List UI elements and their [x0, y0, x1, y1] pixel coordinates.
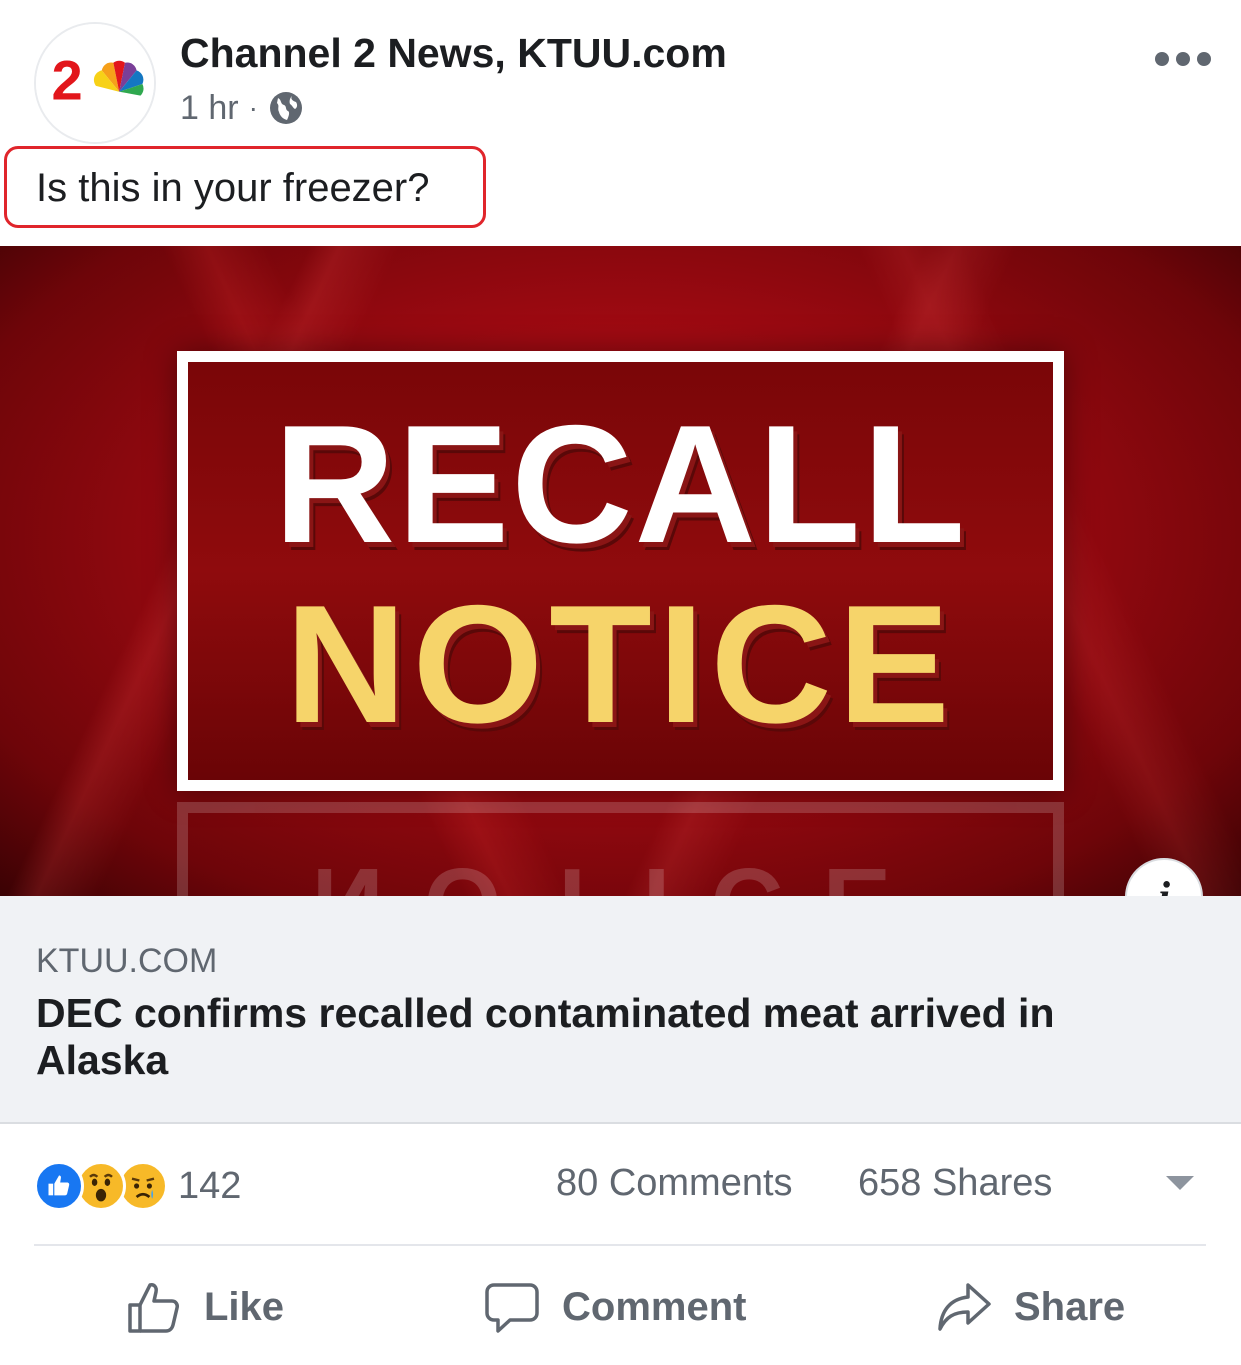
more-dots-icon — [1197, 52, 1211, 66]
avatar[interactable]: 2 — [34, 22, 156, 144]
link-domain: KTUU.COM — [36, 942, 218, 980]
globe-icon — [269, 92, 302, 124]
post-time[interactable]: 1 hr — [180, 89, 239, 128]
recall-notice-banner: RECALL NOTICE — [177, 351, 1064, 791]
link-title[interactable]: DEC confirms recalled contaminated meat … — [36, 990, 1186, 1084]
reflection-text: NOTICE — [188, 847, 1053, 896]
comment-button[interactable]: Comment — [484, 1272, 746, 1342]
more-dots-icon — [1176, 52, 1190, 66]
comment-bubble-icon — [485, 1283, 539, 1333]
chevron-down-icon[interactable] — [1166, 1176, 1194, 1190]
svg-text:2: 2 — [51, 48, 82, 111]
more-options-button[interactable] — [1155, 42, 1211, 76]
like-button[interactable]: Like — [126, 1272, 284, 1342]
banner-line-2: NOTICE — [285, 570, 956, 758]
post-meta: 1 hr · — [180, 86, 304, 130]
share-button[interactable]: Share — [936, 1272, 1125, 1342]
thumbs-up-icon — [128, 1283, 179, 1333]
meta-separator: · — [248, 92, 258, 123]
shares-count[interactable]: 658 Shares — [858, 1162, 1052, 1205]
share-arrow-icon — [938, 1283, 991, 1331]
reactions-summary[interactable]: 142 — [34, 1158, 241, 1214]
link-caption[interactable]: KTUU.COM DEC confirms recalled contamina… — [0, 896, 1241, 1124]
banner-reflection: NOTICE — [177, 802, 1064, 896]
share-label: Share — [1014, 1284, 1126, 1329]
like-reaction-icon — [34, 1161, 84, 1211]
post-text: Is this in your freezer? — [36, 166, 430, 210]
more-dots-icon — [1155, 52, 1169, 66]
link-preview-image[interactable]: RECALL NOTICE NOTICE i — [0, 246, 1241, 896]
divider — [34, 1244, 1206, 1246]
post-header: 2 Channel 2 News, KTUU.com 1 hr · — [0, 0, 1241, 144]
page-name[interactable]: Channel 2 News, KTUU.com — [180, 30, 727, 77]
banner-line-1: RECALL — [273, 390, 968, 578]
comment-label: Comment — [562, 1284, 747, 1329]
reaction-count: 142 — [178, 1164, 242, 1207]
like-label: Like — [204, 1284, 285, 1329]
comments-count[interactable]: 80 Comments — [556, 1162, 793, 1205]
channel-logo-icon: 2 — [36, 24, 154, 142]
